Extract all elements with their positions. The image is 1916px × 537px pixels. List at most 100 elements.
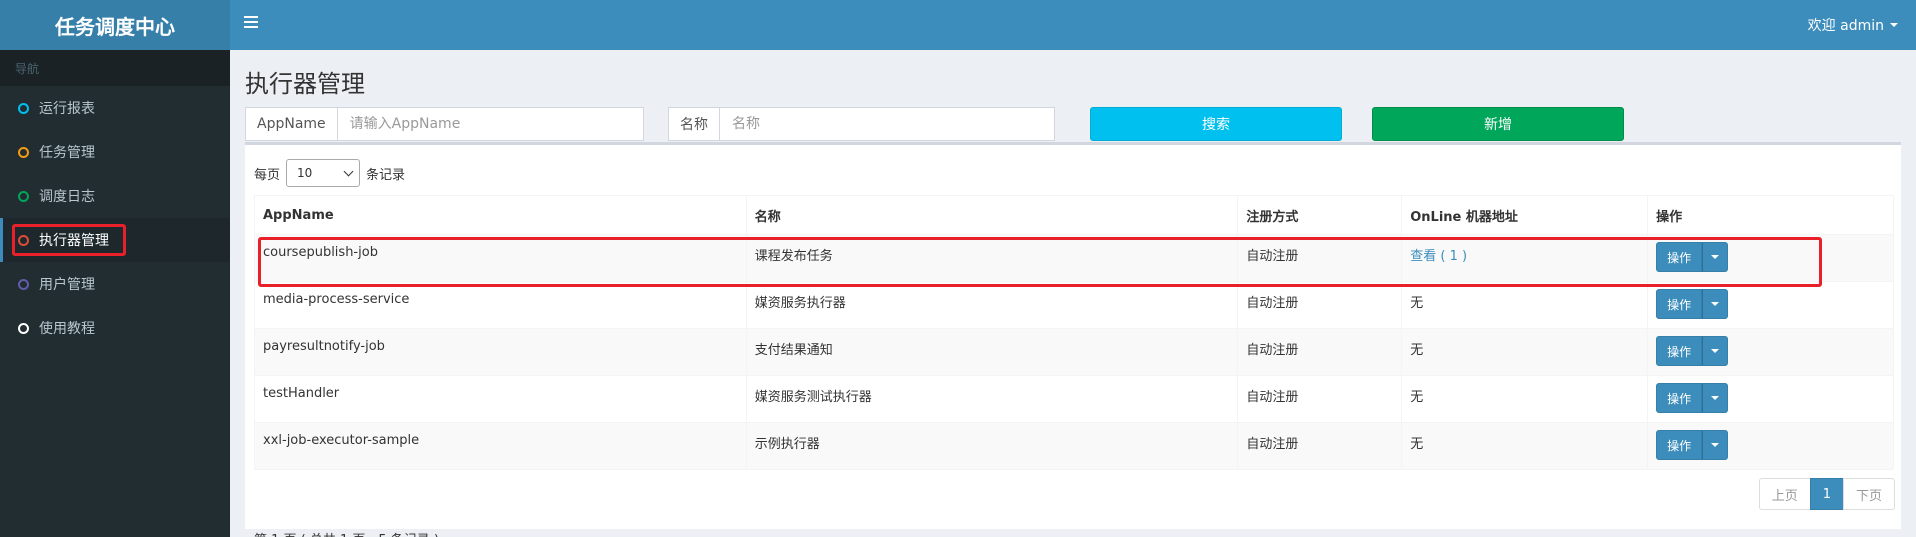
prev-page-button[interactable]: 上页: [1758, 478, 1811, 510]
table-cell-appname: media-process-service: [254, 281, 747, 329]
table-row: xxl-job-executor-sample 示例执行器 自动注册无操作: [254, 422, 1894, 470]
action-dropdown-toggle[interactable]: [1702, 430, 1729, 460]
name-filter: 名称: [668, 107, 1055, 141]
column-header[interactable]: 名称: [745, 195, 1239, 235]
table-cell-reg: 自动注册: [1237, 422, 1403, 470]
circle-icon: [18, 146, 29, 158]
add-button[interactable]: 新增: [1372, 107, 1624, 141]
table-cell-online: 无: [1401, 328, 1649, 376]
table-cell-online[interactable]: 查看 ( 1 ): [1401, 234, 1649, 282]
action-button[interactable]: 操作: [1656, 383, 1703, 413]
column-header[interactable]: 操作: [1647, 195, 1894, 235]
action-dropdown-toggle[interactable]: [1702, 289, 1729, 319]
table-cell-name: 示例执行器: [745, 422, 1239, 470]
table-row: media-process-service 媒资服务执行器 自动注册无操作: [254, 281, 1894, 329]
next-page-button[interactable]: 下页: [1842, 478, 1895, 510]
sidebar: 任务调度中心 导航 运行报表任务管理调度日志执行器管理用户管理使用教程: [0, 0, 230, 537]
sidebar-item-content: 用户管理: [18, 274, 95, 294]
table-cell-name: 媒资服务执行器: [745, 281, 1239, 329]
sidebar-item[interactable]: 执行器管理: [0, 218, 230, 262]
sidebar-item-content: 调度日志: [18, 186, 95, 206]
page-length-select[interactable]: 10: [286, 159, 361, 187]
caret-down-icon: [1711, 349, 1720, 353]
name-input[interactable]: [719, 107, 1055, 141]
caret-down-icon: [1711, 443, 1720, 447]
nav-header: 导航: [0, 50, 230, 86]
appname-label: AppName: [245, 107, 337, 141]
circle-icon: [18, 322, 29, 334]
main-content: 执行器管理 AppName 名称 搜索 新增 每页 10 条记录 AppName…: [230, 50, 1916, 537]
table-cell-name: 支付结果通知: [745, 328, 1239, 376]
sidebar-item-label: 用户管理: [39, 277, 95, 293]
table-cell-reg: 自动注册: [1237, 281, 1403, 329]
executor-table: AppName 名称 注册方式 OnLine 机器地址 操作 coursepub…: [254, 195, 1894, 470]
table-cell-name: 媒资服务测试执行器: [745, 375, 1239, 423]
page-length-value: 10: [297, 166, 313, 180]
appname-input[interactable]: [336, 107, 644, 141]
chevron-down-icon: [343, 166, 354, 176]
pagination-info: 第 1 页 ( 总共 1 页，5 条记录 ): [254, 529, 439, 537]
circle-icon: [18, 190, 29, 202]
sidebar-item-label: 调度日志: [39, 189, 95, 205]
sidebar-item-active-frame: 执行器管理: [12, 224, 126, 256]
table-cell-reg: 自动注册: [1237, 234, 1403, 282]
action-button-group: 操作: [1656, 336, 1729, 366]
sidebar-toggle-icon[interactable]: [244, 16, 258, 28]
action-button[interactable]: 操作: [1656, 242, 1703, 272]
action-button[interactable]: 操作: [1656, 336, 1703, 366]
table-cell-action: 操作: [1647, 234, 1894, 282]
table-cell-action: 操作: [1647, 422, 1894, 470]
page-length-control: 每页 10 条记录: [254, 159, 405, 187]
sidebar-item-content: 运行报表: [18, 98, 95, 118]
sidebar-item-label: 任务管理: [39, 145, 95, 161]
action-button-group: 操作: [1656, 289, 1729, 319]
page-title: 执行器管理: [245, 70, 365, 98]
table-cell-reg: 自动注册: [1237, 328, 1403, 376]
caret-down-icon: [1890, 23, 1898, 27]
sidebar-item-content: 使用教程: [18, 318, 95, 338]
executor-list-box: 每页 10 条记录 AppName 名称 注册方式 OnLine 机器地址 操作…: [245, 142, 1901, 537]
sidebar-item[interactable]: 使用教程: [0, 306, 230, 350]
sidebar-menu: 运行报表任务管理调度日志执行器管理用户管理使用教程: [0, 86, 230, 350]
user-menu[interactable]: 欢迎 admin: [1808, 0, 1898, 50]
table-row: payresultnotify-job 支付结果通知 自动注册无操作: [254, 328, 1894, 376]
column-header[interactable]: 注册方式: [1237, 195, 1403, 235]
caret-down-icon: [1711, 396, 1720, 400]
sidebar-item-label: 执行器管理: [39, 233, 109, 249]
table-cell-appname: xxl-job-executor-sample: [254, 422, 747, 470]
pagination: 上页 1 下页: [1758, 478, 1895, 510]
app-logo[interactable]: 任务调度中心: [0, 0, 230, 50]
length-suffix: 条记录: [366, 167, 406, 183]
table-cell-appname: testHandler: [254, 375, 747, 423]
circle-icon: [18, 278, 29, 290]
sidebar-item[interactable]: 任务管理: [0, 130, 230, 174]
action-button-group: 操作: [1656, 430, 1729, 460]
table-cell-reg: 自动注册: [1237, 375, 1403, 423]
table-cell-appname: coursepublish-job: [254, 234, 747, 282]
caret-down-icon: [1711, 302, 1720, 306]
sidebar-item-label: 使用教程: [39, 321, 95, 337]
table-cell-name: 课程发布任务: [745, 234, 1239, 282]
table-header-row: AppName 名称 注册方式 OnLine 机器地址 操作: [254, 195, 1894, 235]
search-button[interactable]: 搜索: [1090, 107, 1342, 141]
table-cell-action: 操作: [1647, 281, 1894, 329]
action-button-group: 操作: [1656, 242, 1729, 272]
table-cell-online: 无: [1401, 375, 1649, 423]
sidebar-item[interactable]: 调度日志: [0, 174, 230, 218]
action-dropdown-toggle[interactable]: [1702, 383, 1729, 413]
action-dropdown-toggle[interactable]: [1702, 336, 1729, 366]
action-dropdown-toggle[interactable]: [1702, 242, 1729, 272]
action-button[interactable]: 操作: [1656, 289, 1703, 319]
table-row: testHandler 媒资服务测试执行器 自动注册无操作: [254, 375, 1894, 423]
sidebar-item[interactable]: 运行报表: [0, 86, 230, 130]
circle-icon: [18, 102, 29, 114]
column-header[interactable]: OnLine 机器地址: [1401, 195, 1649, 235]
sidebar-item-label: 运行报表: [39, 101, 95, 117]
action-button[interactable]: 操作: [1656, 430, 1703, 460]
sidebar-item[interactable]: 用户管理: [0, 262, 230, 306]
column-header[interactable]: AppName: [254, 195, 747, 235]
name-label: 名称: [668, 107, 719, 141]
user-greeting: 欢迎 admin: [1807, 18, 1884, 34]
page-1-button[interactable]: 1: [1809, 478, 1844, 510]
table-row: coursepublish-job 课程发布任务 自动注册 查看 ( 1 ) 操作: [254, 234, 1894, 282]
